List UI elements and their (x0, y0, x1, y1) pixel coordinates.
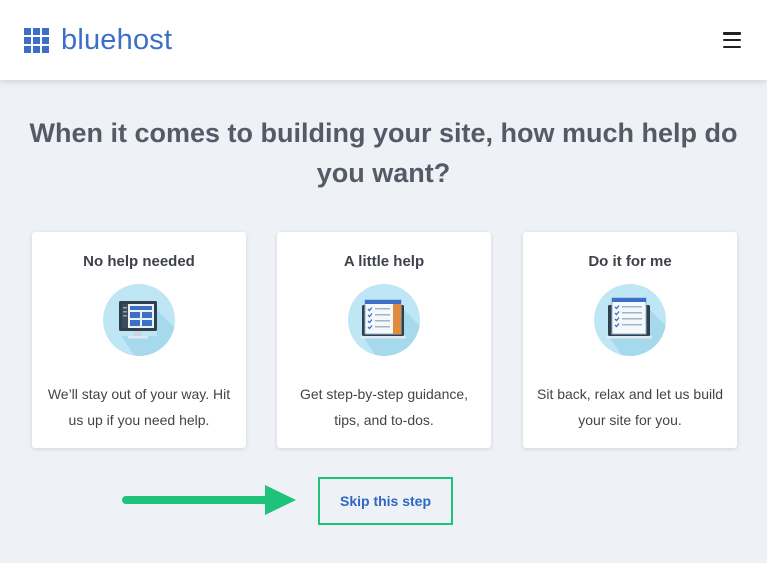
top-header: bluehost (0, 0, 767, 80)
monitor-icon (103, 284, 175, 356)
card-description: Get step-by-step guidance, tips, and to-… (299, 386, 469, 428)
option-card-do-it-for-me[interactable]: Do it for me Sit back, relax and let us … (523, 232, 737, 448)
bluehost-logo[interactable]: bluehost (24, 24, 172, 56)
card-description: We’ll stay out of your way. Hit us up if… (47, 386, 231, 428)
skip-step-button[interactable]: Skip this step (320, 479, 451, 523)
option-card-little-help[interactable]: A little help Get step-by-step guidance,… (277, 232, 491, 448)
skip-highlight-box: Skip this step (318, 477, 453, 525)
logo-grid-icon (24, 27, 49, 53)
card-description: Sit back, relax and let us build your si… (537, 386, 723, 428)
checklist-icon (348, 284, 420, 356)
hamburger-icon[interactable] (721, 30, 743, 50)
page-question: When it comes to building your site, how… (29, 118, 738, 188)
option-card-no-help[interactable]: No help needed We’ll stay out of your wa… (32, 232, 246, 448)
logo-text: bluehost (61, 24, 173, 56)
card-title: Do it for me (588, 253, 672, 270)
card-title: A little help (343, 253, 425, 270)
arrow-right-icon (122, 485, 296, 515)
clipboard-checklist-icon (594, 284, 666, 356)
card-title: No help needed (83, 253, 195, 270)
